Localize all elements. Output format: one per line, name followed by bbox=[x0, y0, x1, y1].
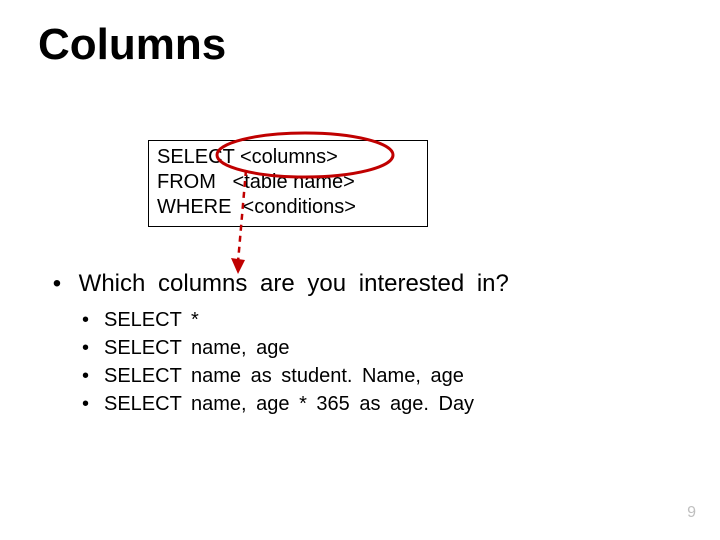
bullet-icon: • bbox=[82, 390, 104, 418]
bullet-icon: • bbox=[82, 334, 104, 362]
list-item: • SELECT name, age * 365 as age. Day bbox=[82, 390, 474, 418]
bullet-icon: • bbox=[82, 306, 104, 334]
slide: Columns SELECT <columns> FROM <table nam… bbox=[0, 0, 720, 540]
sql-line-select: SELECT <columns> bbox=[157, 145, 417, 170]
sql-template-box: SELECT <columns> FROM <table name> WHERE… bbox=[148, 140, 428, 227]
list-item: • SELECT * bbox=[82, 306, 474, 334]
bullet-icon: • bbox=[48, 270, 66, 298]
list-item: • SELECT name as student. Name, age bbox=[82, 362, 474, 390]
sql-line-where: WHERE <conditions> bbox=[157, 195, 417, 220]
question-line: • Which columns are you interested in? bbox=[48, 270, 509, 298]
examples-list: • SELECT * • SELECT name, age • SELECT n… bbox=[82, 306, 474, 418]
example-text: SELECT name as student. Name, age bbox=[104, 362, 464, 390]
bullet-icon: • bbox=[82, 362, 104, 390]
question-text: Which columns are you interested in? bbox=[79, 270, 509, 297]
page-number: 9 bbox=[687, 504, 696, 522]
example-text: SELECT * bbox=[104, 306, 199, 334]
sql-line-from: FROM <table name> bbox=[157, 170, 417, 195]
page-title: Columns bbox=[38, 20, 226, 70]
example-text: SELECT name, age bbox=[104, 334, 290, 362]
example-text: SELECT name, age * 365 as age. Day bbox=[104, 390, 474, 418]
list-item: • SELECT name, age bbox=[82, 334, 474, 362]
